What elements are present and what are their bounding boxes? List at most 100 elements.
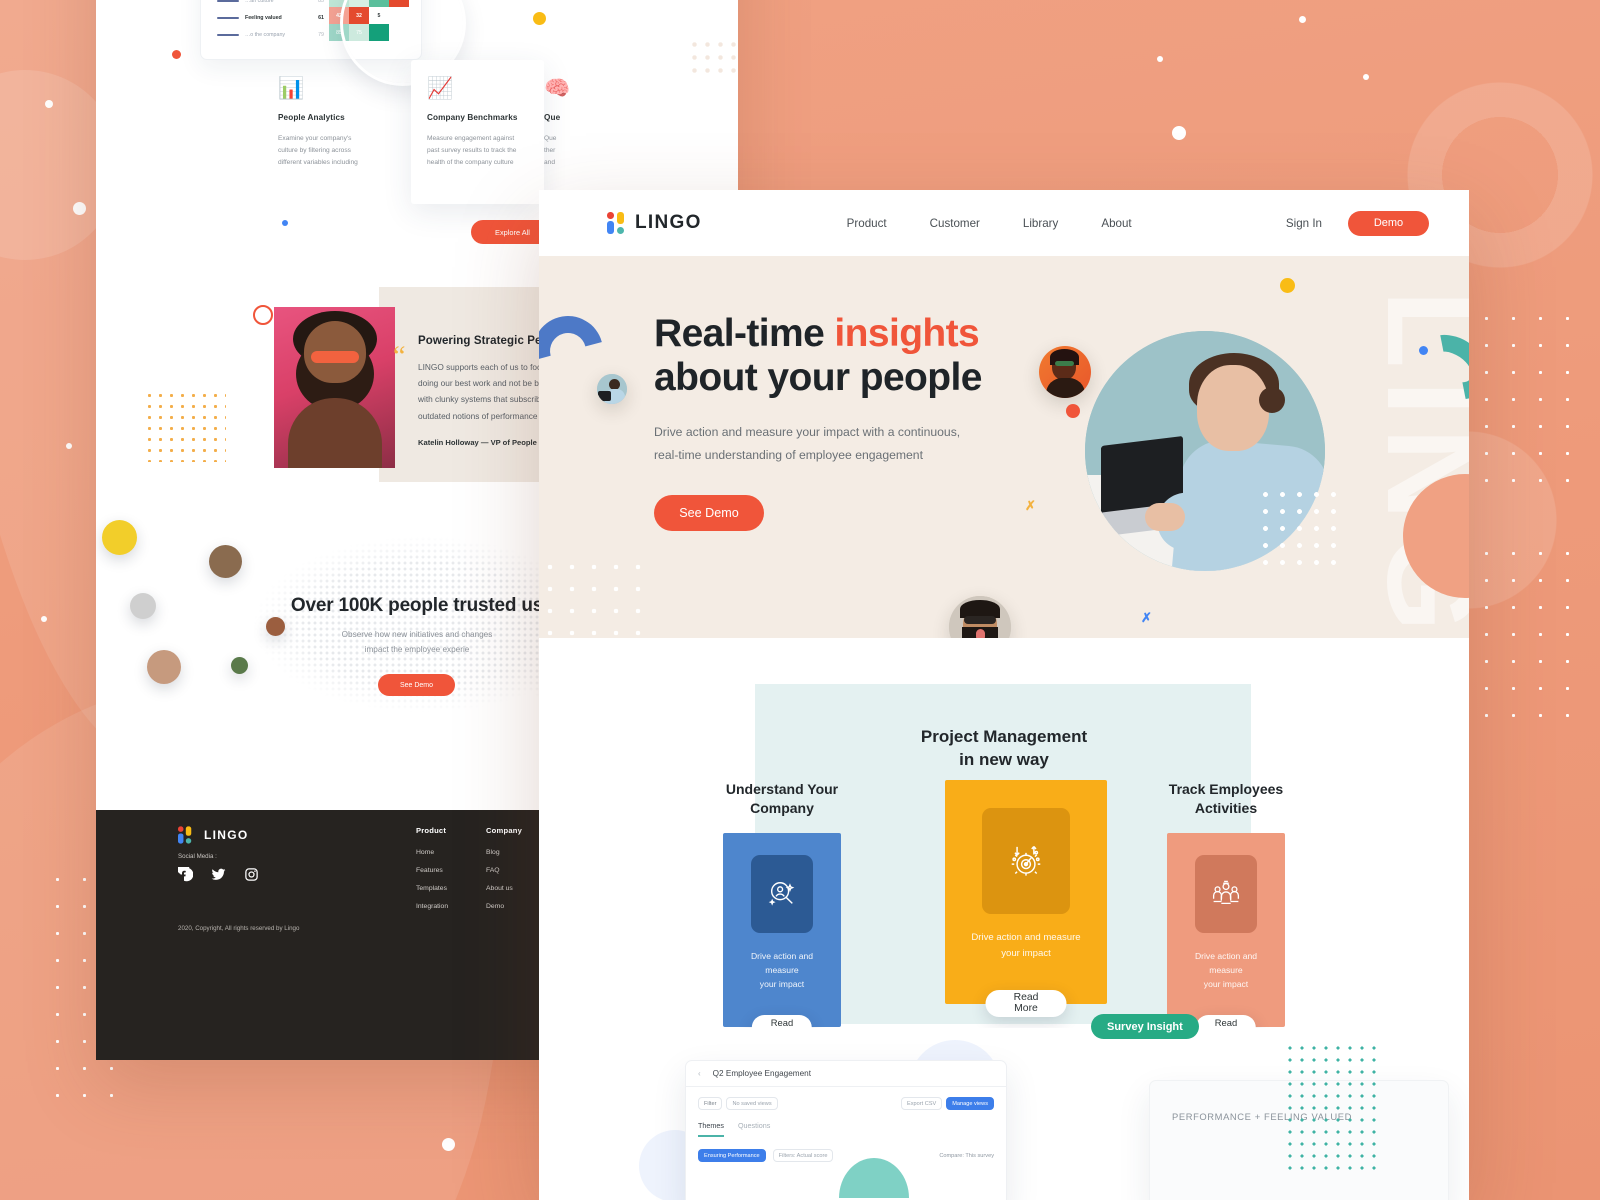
chevron-left-icon[interactable]: ‹ [698,1069,701,1078]
hero-section: LINGO [539,256,1469,638]
footer-logo: LINGO [178,824,249,846]
footer-link[interactable]: Features [416,867,448,874]
decor-ring [253,305,273,325]
facebook-icon[interactable] [178,867,193,882]
demo-button[interactable]: Demo [1348,210,1429,236]
trusted-sub: Observe how new initiatives and changes … [341,630,493,654]
feature-card-project-management[interactable]: Drive action and measure your impact Rea… [945,780,1107,1017]
footer-column-product: Product Home Features Templates Integrat… [416,826,448,921]
see-demo-button[interactable]: See Demo [378,674,455,696]
decor-dot [1299,16,1306,23]
nav-item-library[interactable]: Library [1023,217,1058,230]
heatmap-cell [389,0,409,7]
footer-link[interactable]: Home [416,849,448,856]
heatmap-cell: 75 [329,0,349,7]
read-more-button[interactable]: Read More [985,989,1067,1017]
heatmap-cell [369,0,389,7]
feature-card-understand-company[interactable]: Understand Your Company Drive action and… [723,780,841,1041]
benchmark-chart-icon: 📈 [427,77,454,100]
heatmap-row: …an culture 85 [217,0,324,9]
feature-card-track-employees[interactable]: Track Employees Activities Drive action … [1167,780,1285,1041]
nav-actions: Sign In Demo [1286,210,1429,236]
card-desc: Drive action and measure your impact [1194,950,1258,989]
compare-select[interactable]: Compare: This survey [939,1153,994,1159]
row-bar [217,16,239,19]
decor-dot [1363,74,1369,80]
brain-question-icon: 🧠 [544,77,571,100]
decor-dot [41,616,47,622]
social-media-label: Social Media : [178,853,217,860]
preview-header: ‹ Q2 Employee Engagement [686,1061,1006,1087]
heatmap-grid: 90 75 62 42 32 5 85 75 [329,0,409,41]
footer-link[interactable]: Demo [486,903,522,910]
footer-link[interactable]: About us [486,885,522,892]
hero-subtitle: Drive action and measure your impact wit… [654,425,961,462]
sign-in-link[interactable]: Sign In [1286,217,1322,230]
preview-tabs: Themes Questions [698,1121,994,1137]
feature-card-list: 📊 People Analytics Examine your company'… [278,60,738,204]
screenshot-stage: …ment 75 …an culture 85 Feeling valued 6… [0,0,1600,1200]
decor-dot [282,220,288,226]
card-desc: Drive action and measure your impact [750,950,814,989]
brand-name: LINGO [635,212,702,233]
hero-title-accent: insights [834,312,980,355]
export-csv-button[interactable]: Export CSV [901,1097,943,1110]
people-group-icon [1195,854,1257,933]
chip-filters[interactable]: Filters: Actual score [772,1149,834,1162]
filter-row: Filter No saved views Export CSV Manage … [698,1097,994,1110]
survey-insight-badge: Survey Insight [1091,1014,1199,1039]
row-bar [217,0,239,2]
row-label: …o the company [245,31,286,38]
feature-card[interactable]: 🧠 Que Que ther and [544,60,677,204]
row-bar [217,33,239,36]
nav-item-customer[interactable]: Customer [930,217,980,230]
map-avatar [231,657,248,674]
filter-label[interactable]: Filter [698,1097,723,1110]
manage-views-button[interactable]: Manage views [946,1097,994,1110]
navbar: LINGO Product Customer Library About Sig… [539,190,1469,256]
feature-card[interactable]: 📈 Company Benchmarks Measure engagement … [411,60,544,204]
feature-card[interactable]: 📊 People Analytics Examine your company'… [278,60,411,204]
instagram-icon[interactable] [244,867,259,882]
footer-brand: LINGO [204,828,249,842]
map-avatar [266,617,285,636]
photo-sunglasses [310,351,359,363]
preview-filters-row: Ensuring Performance Filters: Actual sco… [698,1149,994,1162]
decor-dot-grid [539,556,651,638]
avatar [597,374,627,404]
tab-themes[interactable]: Themes [698,1121,724,1137]
footer-link[interactable]: Templates [416,885,448,892]
lingo-logo-icon [178,826,192,844]
preview-body: Filter No saved views Export CSV Manage … [686,1087,1006,1172]
decor-dot [1280,278,1295,293]
project-management-section: Project Management in new way Understand… [539,638,1469,1041]
footer-link[interactable]: Integration [416,903,448,910]
heatmap-row: …o the company 79 [217,26,324,43]
decor-dot [1419,346,1428,355]
card-heading: Track Employees Activities [1168,781,1284,817]
heatmap-cell: 85 [329,24,349,41]
decor-dot [45,100,53,108]
brand-logo[interactable]: LINGO [607,212,702,234]
heatmap-cell [389,24,409,41]
nav-item-product[interactable]: Product [847,217,887,230]
footer-link[interactable]: Blog [486,849,522,856]
saved-views-select[interactable]: No saved views [726,1097,778,1110]
lingo-logo-icon [607,212,624,234]
photo-body [287,398,382,468]
footer-column-company: Company Blog FAQ About us Demo [486,826,522,921]
chip-performance[interactable]: Ensuring Performance [698,1149,766,1162]
decor-cross-icon: ✗ [1141,610,1152,625]
user-search-icon [751,854,813,933]
footer-link[interactable]: FAQ [486,867,522,874]
decor-dot [442,1138,455,1151]
footer-column-title: Product [416,826,447,835]
tab-questions[interactable]: Questions [738,1121,770,1137]
heatmap-cell: 42 [329,7,349,24]
twitter-icon[interactable] [211,867,226,882]
nav-item-about[interactable]: About [1101,217,1131,230]
photo-hair-bun [1259,387,1285,413]
heatmap-cell: 62 [349,0,369,7]
see-demo-button[interactable]: See Demo [654,495,764,532]
decor-dot-grid [1257,486,1341,572]
